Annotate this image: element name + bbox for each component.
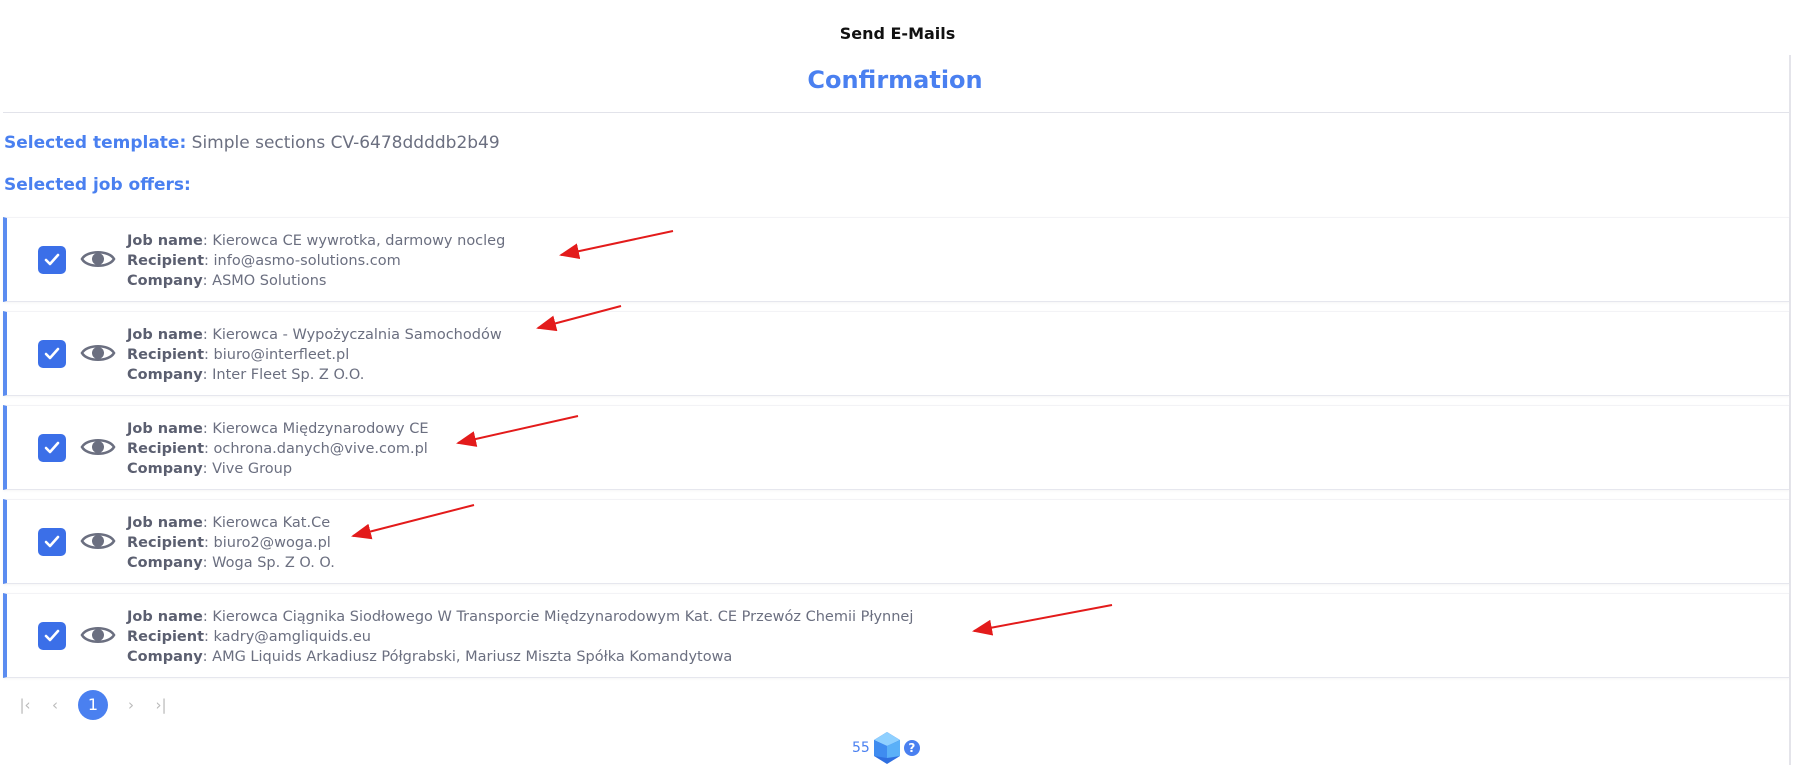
job-offer-card: Job name: Kierowca - Wypożyczalnia Samoc…: [3, 311, 1789, 396]
eye-icon[interactable]: [80, 340, 116, 366]
company: Company: Vive Group: [127, 461, 293, 477]
page-1-button[interactable]: 1: [78, 690, 108, 720]
gem-icon: [873, 732, 900, 764]
job-name: Job name: Kierowca Międzynarodowy CE: [127, 421, 429, 437]
job-offer-card: Job name: Kierowca Kat.Ce Recipient: biu…: [3, 499, 1789, 584]
company: Company: Inter Fleet Sp. Z O.O.: [127, 367, 365, 383]
job-name: Job name: Kierowca CE wywrotka, darmowy …: [127, 233, 506, 249]
eye-icon[interactable]: [80, 528, 116, 554]
job-offer-card: Job name: Kierowca Międzynarodowy CE Rec…: [3, 405, 1789, 490]
prev-page-button[interactable]: ‹: [40, 696, 70, 714]
job-name: Job name: Kierowca Kat.Ce: [127, 515, 331, 531]
pagination: |‹ ‹ 1 › ›|: [10, 690, 176, 720]
offer-checkbox[interactable]: [38, 434, 66, 462]
offer-checkbox[interactable]: [38, 340, 66, 368]
check-icon: [44, 347, 60, 360]
company: Company: ASMO Solutions: [127, 273, 327, 289]
help-icon[interactable]: ?: [903, 740, 920, 756]
company: Company: Woga Sp. Z O. O.: [127, 555, 335, 571]
page-title: Send E-Mails: [839, 24, 956, 43]
offer-checkbox[interactable]: [38, 622, 66, 650]
credits-count: 55: [852, 740, 870, 756]
template-value: Simple sections CV-6478ddddb2b49: [191, 133, 500, 153]
footer: 55 ?: [852, 732, 920, 764]
first-page-button[interactable]: |‹: [10, 696, 40, 714]
eye-icon[interactable]: [80, 246, 116, 272]
recipient: Recipient: biuro2@woga.pl: [127, 535, 331, 551]
scrollbar[interactable]: [1789, 55, 1791, 765]
section-title: Confirmation: [807, 66, 983, 94]
company: Company: AMG Liquids Arkadiusz Półgrabsk…: [127, 649, 733, 665]
job-name: Job name: Kierowca - Wypożyczalnia Samoc…: [127, 327, 502, 343]
offers-heading: Selected job offers:: [4, 175, 191, 195]
template-label: Selected template:: [4, 133, 187, 153]
job-offer-card: Job name: Kierowca Ciągnika Siodłowego W…: [3, 593, 1789, 678]
check-icon: [44, 629, 60, 642]
check-icon: [44, 253, 60, 266]
recipient: Recipient: info@asmo-solutions.com: [127, 253, 401, 269]
offer-checkbox[interactable]: [38, 528, 66, 556]
recipient: Recipient: ochrona.danych@vive.com.pl: [127, 441, 428, 457]
divider: [3, 112, 1789, 113]
last-page-button[interactable]: ›|: [146, 696, 176, 714]
selected-template: Selected template: Simple sections CV-64…: [4, 133, 500, 153]
check-icon: [44, 535, 60, 548]
next-page-button[interactable]: ›: [116, 696, 146, 714]
eye-icon[interactable]: [80, 622, 116, 648]
recipient: Recipient: biuro@interfleet.pl: [127, 347, 350, 363]
offer-checkbox[interactable]: [38, 246, 66, 274]
check-icon: [44, 441, 60, 454]
job-offer-card: Job name: Kierowca CE wywrotka, darmowy …: [3, 217, 1789, 302]
job-name: Job name: Kierowca Ciągnika Siodłowego W…: [127, 609, 914, 625]
recipient: Recipient: kadry@amgliquids.eu: [127, 629, 371, 645]
eye-icon[interactable]: [80, 434, 116, 460]
